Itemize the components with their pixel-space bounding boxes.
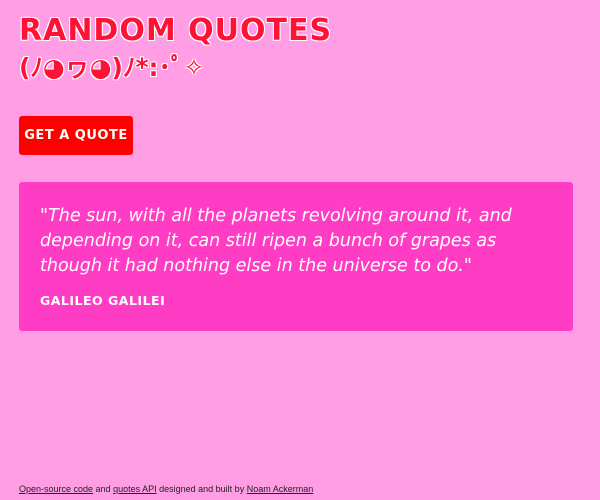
author-link[interactable]: Noam Ackerman bbox=[247, 484, 314, 494]
quote-text: "The sun, with all the planets revolving… bbox=[40, 206, 512, 276]
source-code-link[interactable]: Open-source code bbox=[19, 484, 93, 494]
quote-author: GALILEO GALILEI bbox=[40, 293, 166, 308]
kaomoji-subtitle: (ﾉ◕ヮ◕)ﾉ*:･ﾟ✧ bbox=[19, 53, 205, 82]
quotes-api-link[interactable]: quotes API bbox=[113, 484, 157, 494]
header: RANDOM QUOTES (ﾉ◕ヮ◕)ﾉ*:･ﾟ✧ bbox=[19, 12, 332, 86]
footer: Open-source code and quotes API designed… bbox=[19, 484, 313, 494]
quote-card: "The sun, with all the planets revolving… bbox=[19, 182, 573, 331]
footer-credit-text: designed and built by bbox=[156, 484, 247, 494]
footer-and-text: and bbox=[93, 484, 114, 494]
page-title: RANDOM QUOTES bbox=[19, 13, 333, 48]
get-quote-button[interactable]: GET A QUOTE bbox=[19, 116, 133, 155]
